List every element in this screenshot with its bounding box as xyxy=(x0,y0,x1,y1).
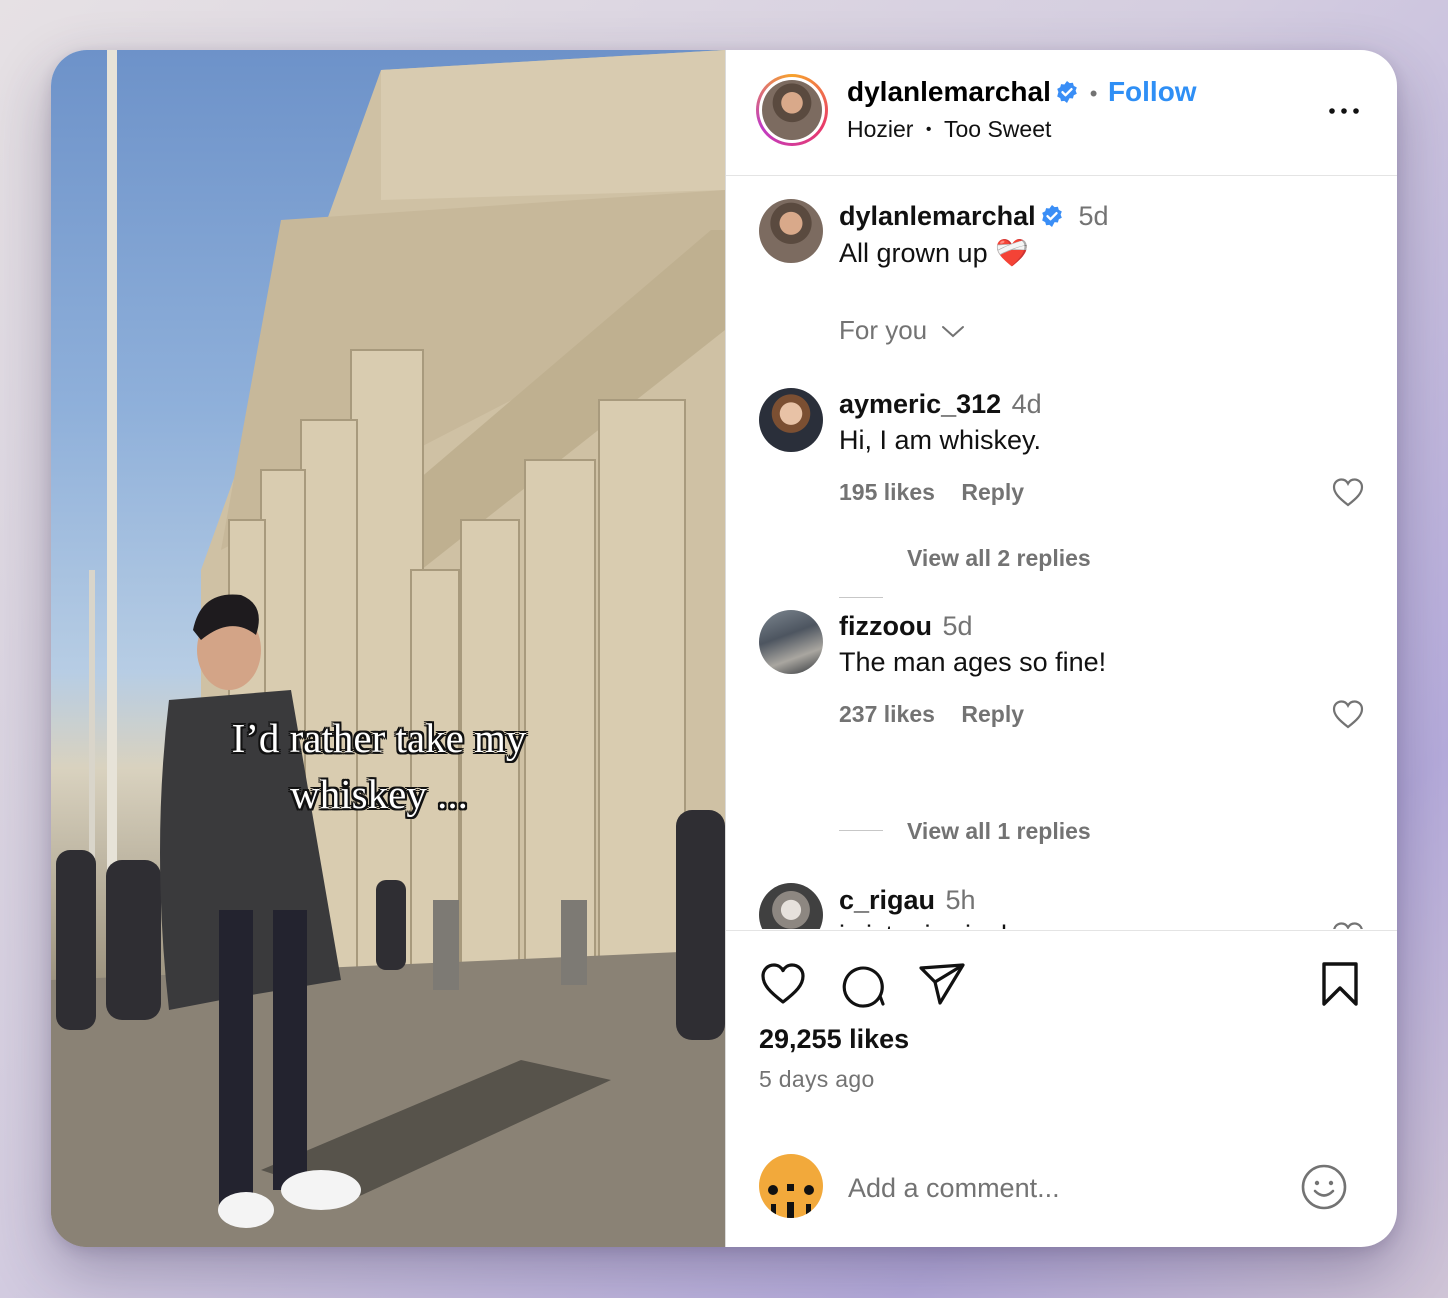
post-timestamp: 5 days ago xyxy=(759,1066,875,1092)
comment-username[interactable]: fizzoou xyxy=(839,611,932,641)
post-card: I’d rather take my whiskey ... dylanlema… xyxy=(51,50,1397,1247)
user-face-icon xyxy=(768,1184,814,1218)
comment-sort-dropdown[interactable]: For you xyxy=(839,315,966,346)
comment-time: 4d xyxy=(1011,389,1042,419)
reply-button[interactable]: Reply xyxy=(961,479,1024,505)
verified-badge-icon xyxy=(1057,81,1078,103)
story-ring[interactable] xyxy=(756,74,828,146)
post-media-scene xyxy=(51,50,725,1247)
comment-bubble-icon[interactable] xyxy=(839,960,887,1008)
post-actions: 29,255 likes 5 days ago xyxy=(726,930,1397,1247)
comment-likes[interactable]: 195 likes xyxy=(839,479,935,505)
comment-sort-label: For you xyxy=(839,315,928,345)
comment-likes[interactable]: 237 likes xyxy=(839,701,935,727)
music-artist: Hozier xyxy=(847,116,914,142)
follow-button[interactable]: Follow xyxy=(1108,76,1197,107)
commenter-avatar[interactable] xyxy=(759,388,823,452)
like-heart-icon[interactable] xyxy=(759,960,807,1008)
view-replies-button[interactable]: View all 1 replies xyxy=(907,818,1091,845)
add-comment-input[interactable] xyxy=(848,1168,1278,1208)
view-replies-button[interactable]: View all 2 replies xyxy=(907,545,1091,572)
commenter-avatar[interactable] xyxy=(759,610,823,674)
reply-button[interactable]: Reply xyxy=(961,701,1024,727)
post-video[interactable]: I’d rather take my whiskey ... xyxy=(51,50,725,1247)
caption-text: All grown up ❤️‍🩹 xyxy=(839,238,1029,268)
caption-author-avatar[interactable] xyxy=(759,199,823,263)
header-dot-separator: • xyxy=(1089,81,1098,106)
video-text-overlay: I’d rather take my whiskey ... xyxy=(231,715,527,817)
chevron-down-icon xyxy=(941,326,964,338)
music-separator: • xyxy=(925,121,932,138)
comment-header: aymeric_312 4d xyxy=(839,389,1042,420)
replies-line xyxy=(839,597,883,598)
comment-username[interactable]: c_rigau xyxy=(839,885,935,915)
caption-header: dylanlemarchal 5d xyxy=(839,201,1109,232)
comment-username[interactable]: aymeric_312 xyxy=(839,389,1001,419)
post-details-panel: dylanlemarchal • Follow Hozier • Too Swe… xyxy=(726,50,1397,1247)
comment-header: fizzoou 5d xyxy=(839,611,972,642)
caption-username[interactable]: dylanlemarchal xyxy=(839,201,1036,231)
music-info[interactable]: Hozier • Too Sweet xyxy=(847,116,1051,143)
header-title-row: dylanlemarchal • Follow xyxy=(847,76,1197,108)
replies-line xyxy=(839,830,883,831)
more-options-icon[interactable] xyxy=(1327,94,1361,128)
post-header: dylanlemarchal • Follow Hozier • Too Swe… xyxy=(726,50,1397,176)
verified-badge-icon xyxy=(1042,205,1062,227)
like-count[interactable]: 29,255 likes xyxy=(759,1024,909,1055)
current-user-avatar xyxy=(759,1154,823,1218)
comment-meta: 237 likes Reply xyxy=(839,701,1024,728)
comment-time: 5d xyxy=(942,611,973,641)
comment-text: Hi, I am whiskey. xyxy=(839,425,1042,455)
comment-like-heart-icon[interactable] xyxy=(1331,698,1365,732)
comment-like-heart-icon[interactable] xyxy=(1331,920,1365,929)
share-send-icon[interactable] xyxy=(918,960,966,1008)
comment-like-heart-icon[interactable] xyxy=(1331,476,1365,510)
commenter-avatar[interactable] xyxy=(759,883,823,929)
emoji-picker-icon[interactable] xyxy=(1300,1163,1348,1211)
comment-text: The man ages so fine! xyxy=(839,647,1107,677)
author-username[interactable]: dylanlemarchal xyxy=(847,76,1051,107)
music-title: Too Sweet xyxy=(943,116,1052,142)
comment-text: i sister is single xyxy=(839,920,1022,929)
comment-time: 5h xyxy=(945,885,976,915)
comments-list[interactable]: dylanlemarchal 5d All grown up ❤️‍🩹 For … xyxy=(726,177,1397,929)
save-bookmark-icon[interactable] xyxy=(1316,960,1364,1008)
comment-header: c_rigau 5h xyxy=(839,885,976,916)
author-avatar[interactable] xyxy=(762,80,822,140)
caption-time: 5d xyxy=(1078,201,1109,231)
comment-meta: 195 likes Reply xyxy=(839,479,1024,506)
